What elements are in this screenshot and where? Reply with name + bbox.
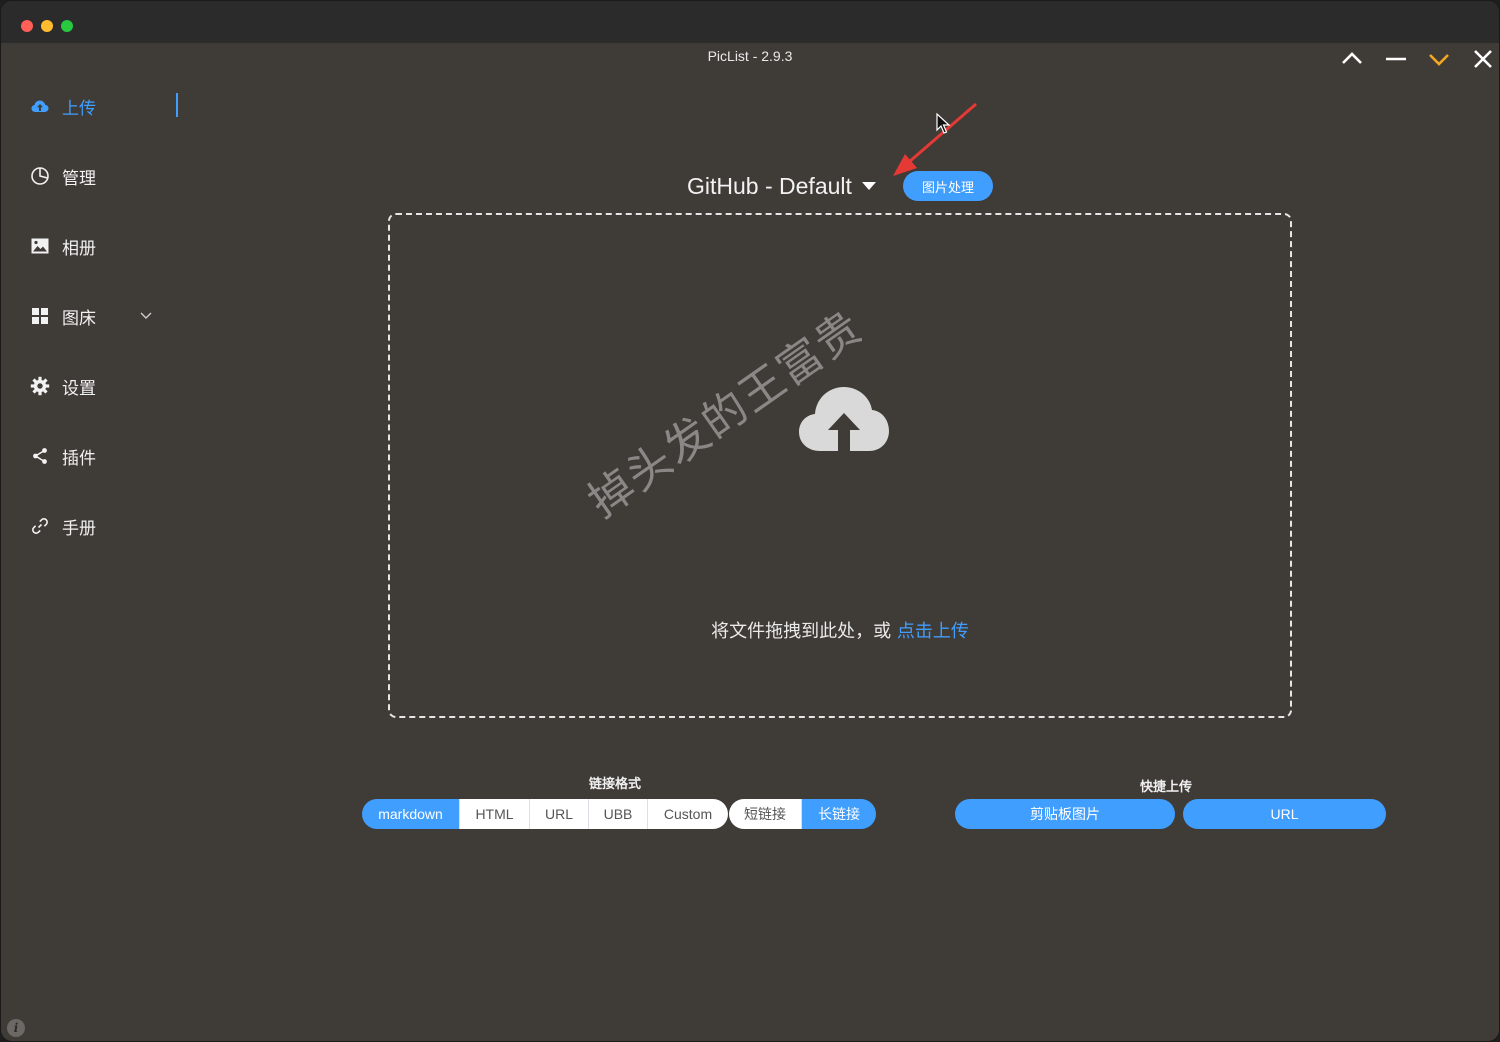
sidebar-item-label: 相册 (62, 238, 96, 259)
minimize-icon[interactable] (1383, 46, 1409, 72)
app-window: PicList - 2.9.3 上传 管理 相册 图床 设置 插件 手册 Git… (0, 0, 1500, 1042)
clipboard-upload-button[interactable]: 剪贴板图片 (955, 799, 1175, 829)
format-url[interactable]: URL (530, 799, 589, 829)
minimize-traffic-light[interactable] (41, 20, 53, 32)
sidebar-item-upload[interactable]: 上传 (29, 91, 169, 121)
close-icon[interactable] (1470, 46, 1496, 72)
picbed-name[interactable]: GitHub - Default (687, 173, 852, 200)
window-title: PicList - 2.9.3 (707, 48, 793, 64)
mouse-cursor-icon (936, 113, 951, 134)
sidebar-item-label: 管理 (62, 168, 96, 189)
sidebar: 上传 管理 相册 图床 设置 插件 手册 (1, 71, 181, 1011)
sidebar-item-label: 上传 (62, 98, 96, 119)
click-upload-link[interactable]: 点击上传 (897, 621, 969, 642)
dropzone-hint: 将文件拖拽到此处，或 点击上传 (390, 617, 1290, 643)
sidebar-item-gallery[interactable]: 相册 (29, 231, 169, 261)
picture-icon (29, 235, 51, 257)
sidebar-item-label: 设置 (62, 378, 96, 399)
chevron-down-icon (140, 312, 152, 319)
picbed-selector[interactable]: GitHub - Default (687, 169, 877, 203)
zoom-traffic-light[interactable] (61, 20, 73, 32)
share-icon (29, 445, 51, 467)
gear-icon (29, 375, 51, 397)
active-indicator (176, 93, 178, 117)
sidebar-item-settings[interactable]: 设置 (29, 371, 169, 401)
sidebar-item-manual[interactable]: 手册 (29, 511, 169, 541)
pie-chart-icon (29, 165, 51, 187)
dropzone-hint-text: 将文件拖拽到此处，或 (711, 621, 897, 642)
short-link-option[interactable]: 短链接 (729, 799, 802, 829)
long-link-option[interactable]: 长链接 (802, 799, 876, 829)
format-ubb[interactable]: UBB (589, 799, 648, 829)
grid-icon (29, 305, 51, 327)
caret-down-icon[interactable] (861, 180, 877, 192)
format-custom[interactable]: Custom (648, 799, 728, 829)
format-html[interactable]: HTML (460, 799, 530, 829)
upload-cloud-icon (799, 387, 889, 451)
annotation-arrow-icon (893, 102, 977, 176)
chevron-down-icon[interactable] (1426, 46, 1452, 72)
info-icon[interactable]: i (7, 1019, 25, 1037)
cloud-upload-icon (29, 95, 51, 117)
url-upload-button[interactable]: URL (1183, 799, 1386, 829)
sidebar-item-manage[interactable]: 管理 (29, 161, 169, 191)
sidebar-item-plugins[interactable]: 插件 (29, 441, 169, 471)
sidebar-item-label: 手册 (62, 518, 96, 539)
upload-dropzone[interactable]: 将文件拖拽到此处，或 点击上传 (388, 213, 1292, 718)
titlebar (1, 1, 1499, 43)
link-length-group: 短链接 长链接 (729, 799, 876, 829)
quick-upload-label: 快捷上传 (1140, 780, 1193, 795)
chevron-up-icon[interactable] (1339, 46, 1365, 72)
sidebar-item-picbed[interactable]: 图床 (29, 301, 169, 331)
link-icon (29, 515, 51, 537)
sidebar-item-label: 插件 (62, 448, 96, 469)
close-traffic-light[interactable] (21, 20, 33, 32)
sidebar-item-label: 图床 (62, 308, 96, 329)
link-format-label: 链接格式 (589, 777, 642, 792)
link-format-group: markdown HTML URL UBB Custom (362, 799, 728, 829)
format-markdown[interactable]: markdown (362, 799, 460, 829)
